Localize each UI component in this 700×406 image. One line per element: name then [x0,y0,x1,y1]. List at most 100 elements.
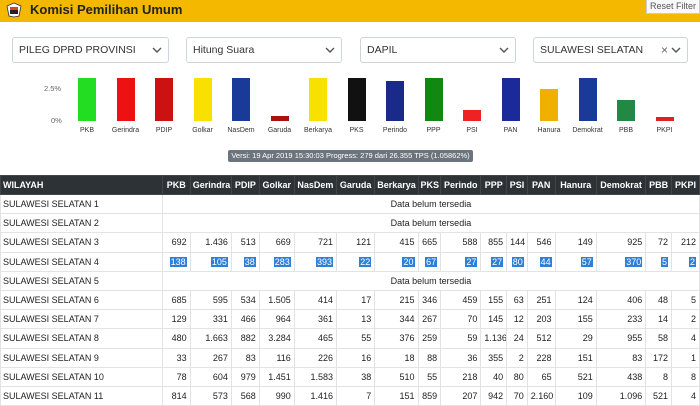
table-row[interactable]: SULAWESI SELATAN 3 692 1.436 513 669 721 121 41… [0,232,700,253]
vote-cell: 692 [161,232,191,253]
bar-gerindra[interactable] [116,78,135,121]
vote-cell: 18 [374,347,419,368]
column-header[interactable]: Hanura [554,175,597,195]
vote-cell: 979 [230,366,260,387]
province-value: SULAWESI SELATAN [540,44,644,56]
region-name[interactable]: SULAWESI SELATAN 5 [0,270,163,291]
region-name[interactable]: SULAWESI SELATAN 2 [0,213,163,234]
bar-golkar[interactable] [193,78,212,121]
table-row[interactable]: SULAWESI SELATAN 4 138 105 38 283 393 22 20 67 27… [0,251,700,272]
region-name[interactable]: SULAWESI SELATAN 11 [0,385,163,406]
vote-cell: 1.436 [189,232,232,253]
region-name[interactable]: SULAWESI SELATAN 3 [0,232,163,253]
top-bar: Komisi Pemilihan Umum Reset Filter [0,0,700,22]
election-type-select[interactable]: PILEG DPRD PROVINSI [12,37,169,63]
province-select[interactable]: SULAWESI SELATAN × [533,37,688,63]
vote-cell: 376 [374,328,419,349]
bar-nasdem[interactable] [232,78,250,121]
vote-cell: 228 [526,347,556,368]
table-row[interactable]: SULAWESI SELATAN 11 814 573 568 990 1.416 7 151… [0,385,700,406]
vote-cell: 36 [440,347,482,368]
region-name[interactable]: SULAWESI SELATAN 8 [0,328,163,349]
column-header[interactable]: PKPI [671,175,700,195]
vote-cell: 129 [161,309,191,330]
table-row[interactable]: SULAWESI SELATAN 8 480 1.663 882 3.284 465 55 3… [0,328,700,349]
vote-cell: 1.505 [258,289,295,311]
region-name[interactable]: SULAWESI SELATAN 1 [0,193,163,215]
bar-pks[interactable] [347,78,366,121]
column-header[interactable]: PAN [526,175,556,195]
column-header[interactable]: Garuda [336,175,376,195]
vote-cell: 38 [230,251,260,272]
column-header[interactable]: Perindo [440,175,482,195]
vote-cell: 604 [189,366,232,387]
bar-ppp[interactable] [424,78,443,121]
table-header-row: WILAYAH PKB Gerindra PDIP Golkar NasDem Garuda… [0,175,700,195]
vote-cell: 20 [374,251,419,272]
bar-perindo[interactable] [386,80,404,121]
vote-cell: 283 [258,251,295,272]
bar-pkpi[interactable] [655,116,674,121]
table-row[interactable]: SULAWESI SELATAN 9 33 267 83 116 226 16 18 88 36 3… [0,347,700,368]
chevron-down-icon [499,47,509,53]
vote-cell: 55 [417,366,442,387]
vote-cell: 1.136 [480,328,508,349]
vote-cell: 44 [526,251,556,272]
bar-berkarya[interactable] [309,78,327,121]
vote-cell: 2 [506,347,528,368]
table-row[interactable]: SULAWESI SELATAN 1 Data belum tersedia [0,193,700,215]
column-header[interactable]: PPP [480,175,508,195]
y-tick-label: 2.5% [44,84,62,93]
column-header[interactable]: PSI [506,175,528,195]
column-header[interactable]: PDIP [230,175,260,195]
vote-cell: 855 [480,232,508,253]
vote-cell: 534 [230,289,260,311]
vote-cell: 814 [161,385,191,406]
vote-cell: 207 [440,385,482,406]
bar-pdip[interactable] [155,78,173,121]
vote-cell: 105 [189,251,232,272]
region-name[interactable]: SULAWESI SELATAN 6 [0,289,163,311]
table-row[interactable]: SULAWESI SELATAN 5 Data belum tersedia [0,270,700,291]
bar-pbb[interactable] [617,99,635,121]
vote-cell: 344 [374,309,419,330]
vote-cell: 83 [230,347,260,368]
vote-cell: 859 [417,385,442,406]
region-name[interactable]: SULAWESI SELATAN 7 [0,309,163,330]
table-row[interactable]: SULAWESI SELATAN 10 78 604 979 1.451 1.583 38 5… [0,366,700,387]
column-header[interactable]: Demokrat [595,175,647,195]
clear-icon[interactable]: × [661,38,668,62]
reset-filter-button[interactable]: Reset Filter [646,0,700,14]
table-row[interactable]: SULAWESI SELATAN 7 129 331 466 964 361 13 344 26… [0,309,700,330]
x-tick-label: PKB [79,127,94,134]
column-header[interactable]: Golkar [258,175,295,195]
bar-psi[interactable] [463,110,481,121]
column-header[interactable]: PKB [161,175,191,195]
column-header[interactable]: NasDem [293,175,338,195]
vote-cell: 13 [336,309,376,330]
vote-cell: 588 [440,232,482,253]
vote-cell: 1.096 [595,385,647,406]
region-name[interactable]: SULAWESI SELATAN 9 [0,347,163,368]
bar-demokrat[interactable] [578,78,597,121]
column-header[interactable]: PKS [417,175,442,195]
region-name[interactable]: SULAWESI SELATAN 10 [0,366,163,387]
table-row[interactable]: SULAWESI SELATAN 6 685 595 534 1.505 414 17 215… [0,289,700,311]
count-type-select[interactable]: Hitung Suara [186,37,342,63]
x-tick-label: Gerindra [111,127,140,134]
area-type-select[interactable]: DAPIL [360,37,516,63]
region-name[interactable]: SULAWESI SELATAN 4 [0,251,163,272]
bar-garuda[interactable] [270,115,289,121]
bar-pan[interactable] [501,78,520,121]
chevron-down-icon [152,47,162,53]
vote-cell: 226 [293,347,338,368]
vote-cell: 259 [417,328,442,349]
bar-hanura[interactable] [540,88,558,121]
vote-cell: 5 [671,289,700,311]
bar-pkb[interactable] [78,78,96,121]
column-header[interactable]: WILAYAH [0,175,163,195]
column-header[interactable]: Gerindra [189,175,232,195]
table-row[interactable]: SULAWESI SELATAN 2 Data belum tersedia [0,213,700,234]
column-header[interactable]: Berkarya [374,175,419,195]
column-header[interactable]: PBB [645,175,673,195]
